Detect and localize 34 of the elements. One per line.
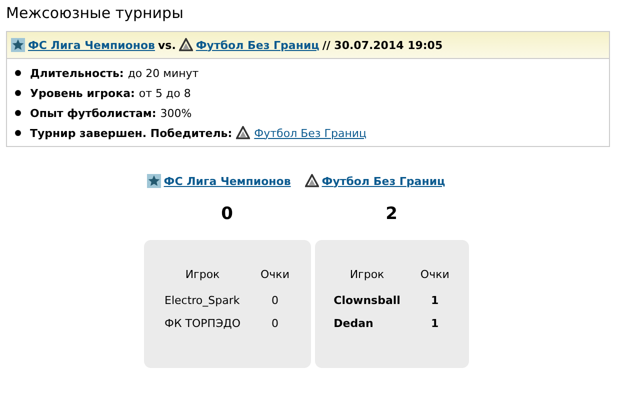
winner-link[interactable]: Футбол Без Границ: [254, 126, 367, 140]
star-icon: [11, 38, 25, 52]
column-header: Игрок: [348, 268, 386, 283]
triangle-icon: [178, 38, 193, 52]
vs-label: vs.: [158, 38, 176, 52]
column-header: Очки: [419, 268, 450, 283]
detail-label: Турнир завершен. Победитель:: [30, 126, 232, 140]
page-title: Межсоюзные турниры: [6, 4, 184, 22]
table-cell-text: Clownsball: [332, 293, 402, 309]
column-header: Игрок: [184, 268, 221, 283]
column-header: Очки: [260, 268, 290, 283]
detail-label: Уровень игрока:: [30, 86, 135, 100]
team-link[interactable]: ФС Лига Чемпионов: [164, 174, 291, 188]
detail-value: 300%: [160, 106, 192, 120]
team-link[interactable]: ФС Лига Чемпионов: [28, 38, 155, 52]
detail-value: до 20 минут: [128, 66, 199, 80]
table-cell-text: Electro_Spark: [164, 293, 241, 309]
detail-value: от 5 до 8: [138, 86, 191, 100]
table-cell-text: 1: [430, 316, 440, 332]
table-cell-text: 1: [430, 293, 440, 309]
team-link[interactable]: Футбол Без Границ: [196, 38, 320, 52]
team-link[interactable]: Футбол Без Границ: [322, 174, 446, 188]
table-cell-text: 0: [270, 316, 280, 332]
table-cell-text: ФК ТОРПЭДО: [164, 316, 242, 332]
detail-label: Опыт футболистам:: [30, 106, 156, 120]
match-datetime: // 30.07.2014 19:05: [322, 38, 443, 52]
star-icon: [146, 174, 161, 188]
detail-label: Длительность:: [30, 66, 124, 80]
team-score: 0: [221, 204, 233, 226]
table-cell-text: Dedan: [332, 316, 374, 332]
team-score: 2: [386, 204, 398, 226]
triangle-icon: [236, 126, 250, 140]
table-cell-text: 0: [270, 293, 280, 309]
triangle-icon: [304, 174, 319, 188]
